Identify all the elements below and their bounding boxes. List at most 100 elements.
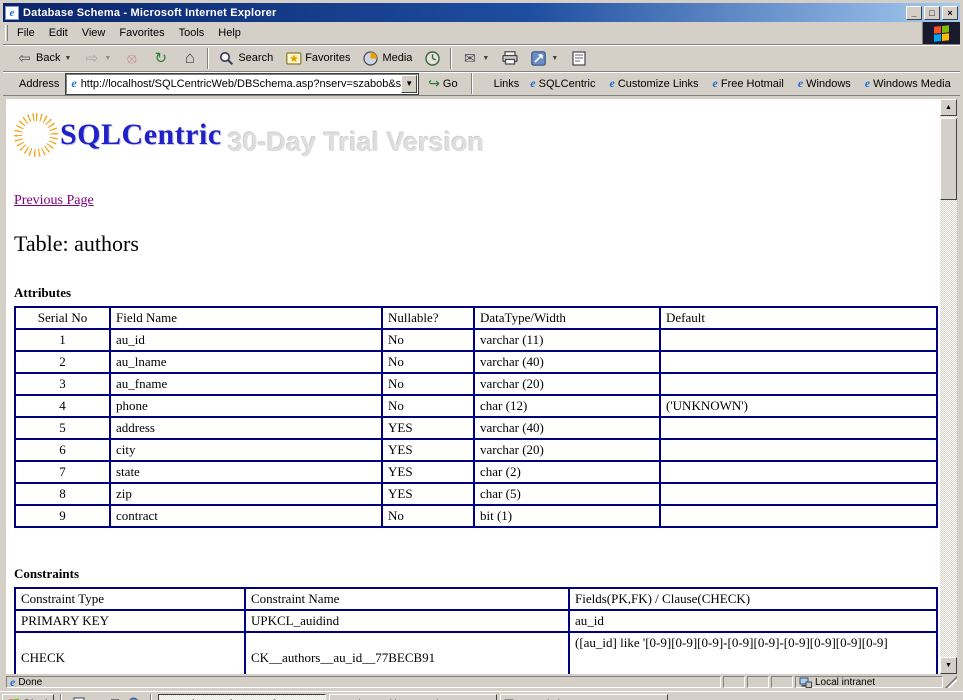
- table-cell: au_id: [109, 328, 383, 352]
- forward-dropdown-icon[interactable]: ▼: [104, 55, 111, 62]
- scroll-up-icon[interactable]: ▲: [940, 99, 957, 116]
- table-cell: YES: [381, 460, 475, 484]
- attributes-section-label: Attributes: [14, 285, 72, 300]
- back-button[interactable]: ⇦ Back ▼: [10, 47, 77, 70]
- trial-watermark: 30-Day Trial Version: [227, 126, 485, 157]
- print-button[interactable]: [495, 47, 524, 70]
- close-button[interactable]: ×: [942, 5, 958, 20]
- print-icon: [501, 50, 518, 67]
- task-sqladminmgr[interactable]: SQLAdminMgr...: [500, 694, 668, 700]
- zone-text: Local intranet: [815, 676, 876, 688]
- menu-favorites[interactable]: Favorites: [112, 22, 171, 44]
- scroll-down-icon[interactable]: ▼: [940, 657, 957, 674]
- search-button[interactable]: Search: [212, 47, 279, 70]
- status-pane-empty: [747, 676, 769, 688]
- table-cell: 7: [14, 460, 111, 484]
- table-cell: 9: [14, 504, 111, 528]
- task-ie-icon: e: [162, 697, 167, 700]
- status-pane: e Done: [6, 674, 721, 689]
- refresh-button[interactable]: ↻: [146, 47, 175, 70]
- web-page: SQLCentric 30-Day Trial Version Previous…: [6, 99, 940, 674]
- intranet-icon: [799, 677, 812, 688]
- mail-dropdown-icon[interactable]: ▼: [482, 55, 489, 62]
- outlook-quicklaunch-icon[interactable]: ✉: [108, 695, 122, 700]
- status-text: Done: [18, 676, 43, 688]
- menu-tools[interactable]: Tools: [172, 22, 212, 44]
- address-bar: Address e http://localhost/SQLCentricWeb…: [3, 72, 960, 96]
- discuss-icon: [570, 50, 587, 67]
- menu-bar: File Edit View Favorites Tools Help: [3, 22, 960, 45]
- home-button[interactable]: ⌂: [175, 47, 204, 70]
- table-cell: [659, 482, 938, 506]
- table-cell: varchar (20): [473, 438, 661, 462]
- table-cell: 8: [14, 482, 111, 506]
- table-cell: [659, 438, 938, 462]
- window-title: Database Schema - Microsoft Internet Exp…: [23, 6, 277, 19]
- table-row: PRIMARY KEY UPKCL_auidind au_id: [14, 609, 938, 633]
- table-cell: char (5): [473, 482, 661, 506]
- menu-help[interactable]: Help: [211, 22, 248, 44]
- table-cell: No: [381, 372, 475, 396]
- forward-button[interactable]: ⇨ ▼: [77, 47, 117, 70]
- back-dropdown-icon[interactable]: ▼: [64, 55, 71, 62]
- start-button[interactable]: Start: [2, 694, 54, 700]
- toolbar-grip[interactable]: [5, 25, 8, 41]
- table-cell: address: [109, 416, 383, 440]
- table-cell: 1: [14, 328, 111, 352]
- vertical-scrollbar[interactable]: ▲ ▼: [940, 99, 957, 674]
- link-free-hotmail[interactable]: e Free Hotmail: [707, 76, 790, 91]
- media-button[interactable]: Media: [356, 47, 418, 70]
- links-label: Links: [493, 77, 520, 90]
- task-inetpub-folder[interactable]: C:\Inetpub\wwwroot\SQL...: [329, 694, 497, 700]
- address-dropdown-icon[interactable]: ▼: [401, 74, 418, 93]
- link-sqlcentric[interactable]: e SQLCentric: [524, 76, 601, 91]
- edit-dropdown-icon[interactable]: ▼: [551, 55, 558, 62]
- menu-edit[interactable]: Edit: [42, 22, 75, 44]
- link-windows[interactable]: e Windows: [792, 76, 857, 91]
- table-cell: No: [381, 328, 475, 352]
- table-row: 8 zip YES char (5): [14, 482, 938, 506]
- previous-page-link[interactable]: Previous Page: [14, 193, 94, 209]
- menu-file[interactable]: File: [10, 22, 42, 44]
- table-cell: YES: [381, 438, 475, 462]
- ie-quicklaunch-icon[interactable]: e: [90, 695, 104, 700]
- table-cell: [659, 372, 938, 396]
- menu-view[interactable]: View: [75, 22, 113, 44]
- edit-button[interactable]: ▼: [524, 47, 564, 70]
- table-cell: zip: [109, 482, 383, 506]
- address-input[interactable]: e http://localhost/SQLCentricWeb/DBSchem…: [65, 72, 420, 95]
- media-quicklaunch-icon[interactable]: [126, 695, 140, 700]
- table-cell: CHECK: [14, 631, 246, 674]
- search-icon: [218, 50, 235, 67]
- column-header: Default: [659, 306, 938, 330]
- constraints-section-label: Constraints: [14, 566, 80, 581]
- table-cell: [659, 328, 938, 352]
- column-header: Fields(PK,FK) / Clause(CHECK): [568, 587, 938, 611]
- address-url[interactable]: http://localhost/SQLCentricWeb/DBSchema.…: [81, 78, 402, 90]
- status-pane-empty: [723, 676, 745, 688]
- sunburst-icon: [14, 113, 58, 157]
- logo-row: SQLCentric 30-Day Trial Version: [14, 105, 940, 165]
- scrollbar-thumb[interactable]: [940, 118, 957, 200]
- status-page-icon: e: [10, 674, 16, 689]
- resize-grip[interactable]: [945, 676, 957, 688]
- favorites-button[interactable]: Favorites: [279, 47, 356, 70]
- link-customize-links[interactable]: e Customize Links: [603, 76, 704, 91]
- table-cell: CK__authors__au_id__77BECB91: [244, 631, 570, 674]
- attributes-header-row: Serial No Field Name Nullable? DataType/Wid…: [14, 306, 938, 330]
- maximize-button[interactable]: □: [924, 5, 940, 20]
- history-button[interactable]: [418, 47, 447, 70]
- home-icon: ⌂: [184, 48, 195, 67]
- task-database-schema[interactable]: e Database Schema - Mi...: [158, 694, 326, 700]
- go-button[interactable]: ↪ Go: [422, 73, 463, 95]
- minimize-button[interactable]: _: [906, 5, 922, 20]
- table-row: 1 au_id No varchar (11): [14, 328, 938, 352]
- stop-button[interactable]: ⦻: [117, 47, 146, 70]
- toolbar-separator: [207, 47, 210, 69]
- discuss-button[interactable]: [564, 47, 593, 70]
- mail-button[interactable]: ✉ ▼: [455, 47, 495, 70]
- link-windows-media[interactable]: e Windows Media: [859, 76, 957, 91]
- column-header: Field Name: [109, 306, 383, 330]
- page-title: Table: authors: [14, 231, 139, 256]
- show-desktop-icon[interactable]: [72, 695, 86, 700]
